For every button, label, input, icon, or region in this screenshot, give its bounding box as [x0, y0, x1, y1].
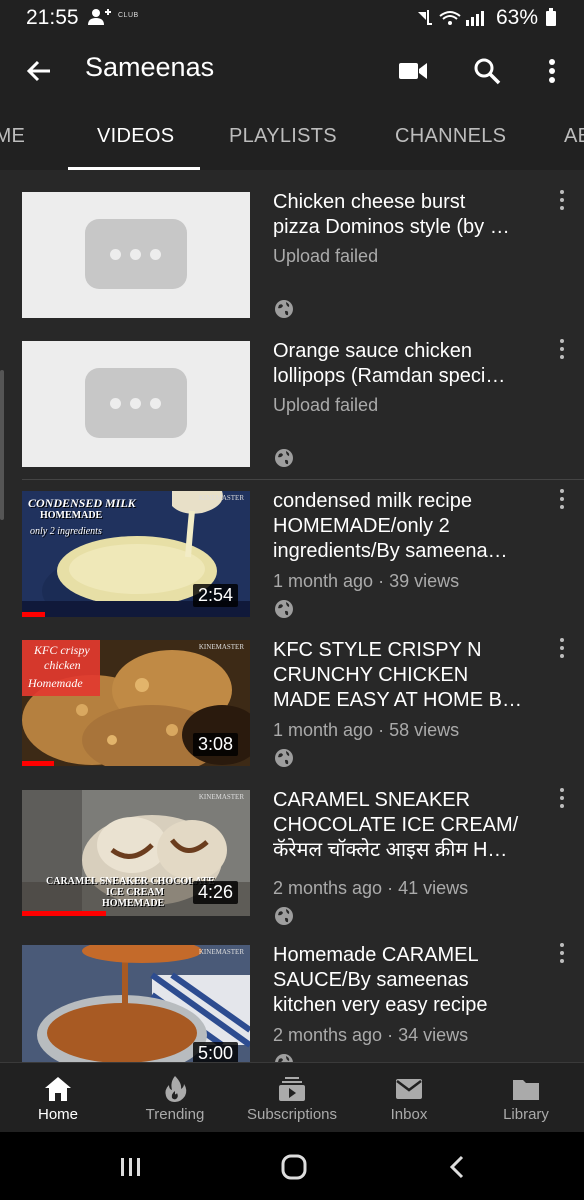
- upload-status: Upload failed: [273, 246, 379, 266]
- channel-title: Sameenas: [85, 52, 215, 82]
- video-duration: 2:54: [192, 584, 238, 607]
- video-title[interactable]: CARAMEL SNEAKER CHOCOLATE ICE CREAM/ कॅर…: [273, 788, 535, 863]
- video-menu-icon[interactable]: [558, 339, 566, 361]
- video-meta: 1 month ago · 39 views: [273, 571, 460, 591]
- watermark: KINEMASTER: [198, 948, 244, 956]
- tab-playlists[interactable]: PLAYLISTS: [229, 125, 337, 148]
- search-icon[interactable]: [470, 54, 504, 88]
- video-duration: 4:26: [192, 881, 238, 904]
- system-navigation-bar: [0, 1132, 584, 1200]
- club-badge: CLUB: [118, 12, 139, 19]
- signal-icons: [418, 10, 484, 26]
- home-icon: [45, 1077, 71, 1101]
- watermark: KINEMASTER: [198, 643, 244, 651]
- video-title[interactable]: Homemade CARAMEL SAUCE/By sameenas kitch…: [273, 943, 535, 1018]
- thumbnail-caption: ICE CREAM: [106, 887, 165, 898]
- processing-icon: [85, 219, 187, 289]
- battery-icon: [546, 8, 556, 26]
- back-button-icon[interactable]: [443, 1154, 473, 1180]
- status-time: 21:55: [26, 6, 79, 29]
- globe-icon: [275, 300, 293, 318]
- video-duration: 3:08: [192, 733, 238, 756]
- video-item[interactable]: CONDENSED MILK HOMEMADE only 2 ingredien…: [0, 469, 584, 618]
- side-edge-handle[interactable]: [0, 370, 4, 520]
- video-thumbnail[interactable]: KINEMASTER 5:00: [22, 945, 250, 1062]
- video-item[interactable]: Orange sauce chicken lollipops (Ramdan s…: [0, 319, 584, 467]
- more-options-icon[interactable]: [535, 54, 569, 88]
- bottom-navigation: Home Trending Subscriptions Inbox Librar…: [0, 1062, 584, 1133]
- flame-icon: [165, 1076, 187, 1102]
- mail-icon: [396, 1079, 422, 1099]
- video-thumbnail-placeholder[interactable]: [22, 192, 250, 318]
- upload-status: Upload failed: [273, 395, 379, 415]
- tab-about[interactable]: ABOUT: [564, 125, 584, 148]
- subscriptions-icon: [279, 1077, 305, 1101]
- nav-home[interactable]: Home: [0, 1063, 116, 1133]
- video-title[interactable]: Orange sauce chicken lollipops (Ramdan s…: [273, 339, 535, 389]
- globe-icon: [275, 449, 293, 467]
- add-contact-icon: [88, 9, 111, 25]
- thumbnail-caption: HOMEMADE: [102, 898, 165, 909]
- nav-subscriptions[interactable]: Subscriptions: [234, 1063, 350, 1133]
- video-title[interactable]: KFC STYLE CRISPY N CRUNCHY CHICKEN MADE …: [273, 638, 535, 713]
- video-duration: 5:00: [192, 1042, 238, 1062]
- video-thumbnail[interactable]: CONDENSED MILK HOMEMADE only 2 ingredien…: [22, 491, 250, 617]
- watch-progress: [22, 761, 54, 766]
- thumbnail-caption: HOMEMADE: [40, 510, 103, 521]
- thumbnail-caption: only 2 ingredients: [30, 526, 102, 537]
- channel-tabs: HOME VIDEOS PLAYLISTS CHANNELS ABOUT: [0, 104, 584, 170]
- recent-apps-icon[interactable]: [116, 1154, 146, 1180]
- video-title[interactable]: Chicken cheese burst pizza Dominos style…: [273, 190, 535, 240]
- thumbnail-caption: chicken: [44, 658, 81, 672]
- watch-progress: [22, 911, 107, 916]
- folder-icon: [513, 1080, 539, 1100]
- video-meta: 2 months ago · 34 views: [273, 1025, 469, 1045]
- tab-home[interactable]: HOME: [0, 125, 25, 148]
- video-item[interactable]: CARAMEL SNEAKER CHOCOLATE ICE CREAM HOME…: [0, 768, 584, 925]
- processing-icon: [85, 368, 187, 438]
- video-item[interactable]: KFC crispy chicken Homemade KINEMASTER 3…: [0, 618, 584, 767]
- video-menu-icon[interactable]: [558, 788, 566, 810]
- video-menu-icon[interactable]: [558, 190, 566, 212]
- nav-inbox[interactable]: Inbox: [351, 1063, 467, 1133]
- nav-library[interactable]: Library: [468, 1063, 584, 1133]
- status-bar: 21:55 CLUB 63%: [0, 0, 584, 36]
- battery-percent: 63%: [495, 6, 538, 29]
- thumbnail-caption: CARAMEL SNEAKER CHOCOLATE: [46, 876, 215, 887]
- tab-channels[interactable]: CHANNELS: [395, 125, 506, 148]
- video-meta: 1 month ago · 58 views: [273, 720, 460, 740]
- thumbnail-caption: CONDENSED MILK: [28, 496, 136, 510]
- video-menu-icon[interactable]: [558, 943, 566, 965]
- globe-icon: [275, 749, 293, 767]
- tab-videos[interactable]: VIDEOS: [97, 125, 174, 148]
- video-meta: 2 months ago · 41 views: [273, 878, 469, 898]
- watermark: KINEMASTER: [198, 793, 244, 801]
- video-item[interactable]: Chicken cheese burst pizza Dominos style…: [0, 170, 584, 318]
- video-title[interactable]: condensed milk recipe HOMEMADE/only 2 in…: [273, 489, 535, 564]
- video-item[interactable]: KINEMASTER 5:00 Homemade CARAMEL SAUCE/B…: [0, 923, 584, 1062]
- video-thumbnail[interactable]: CARAMEL SNEAKER CHOCOLATE ICE CREAM HOME…: [22, 790, 250, 916]
- video-thumbnail[interactable]: KFC crispy chicken Homemade KINEMASTER 3…: [22, 640, 250, 766]
- watch-progress: [22, 612, 45, 617]
- back-arrow-icon[interactable]: [22, 54, 56, 88]
- nav-trending[interactable]: Trending: [117, 1063, 233, 1133]
- watermark: KINEMASTER: [198, 494, 244, 502]
- video-thumbnail-placeholder[interactable]: [22, 341, 250, 467]
- globe-icon: [275, 1054, 293, 1062]
- video-list: Chicken cheese burst pizza Dominos style…: [0, 170, 584, 1062]
- home-button-icon[interactable]: [279, 1154, 309, 1180]
- app-bar: Sameenas: [0, 36, 584, 104]
- video-menu-icon[interactable]: [558, 638, 566, 660]
- thumbnail-caption: KFC crispy: [34, 643, 90, 657]
- video-camera-icon[interactable]: [396, 54, 430, 88]
- video-menu-icon[interactable]: [558, 489, 566, 511]
- thumbnail-caption: Homemade: [28, 676, 83, 690]
- globe-icon: [275, 600, 293, 618]
